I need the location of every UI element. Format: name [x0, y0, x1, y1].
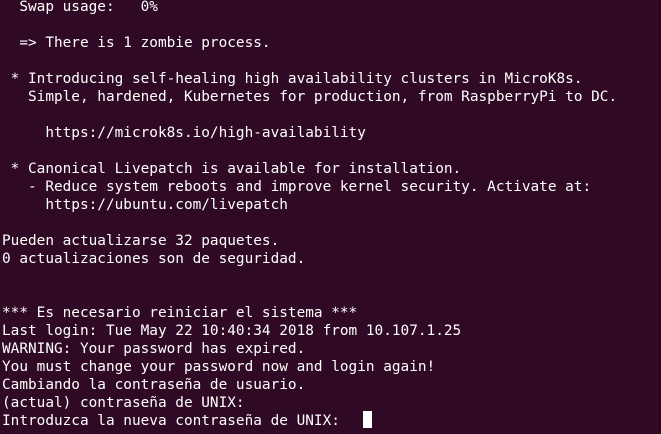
terminal-cursor	[363, 411, 372, 428]
terminal-line-updates-available: Pueden actualizarse 32 paquetes.	[2, 233, 280, 249]
terminal-line-restart-required: *** Es necesario reiniciar el sistema **…	[2, 305, 358, 321]
terminal-line-microk8s-intro: * Introducing self-healing high availabi…	[2, 71, 583, 87]
terminal-line-must-change-password: You must change your password now and lo…	[2, 359, 436, 375]
terminal-line-swap-usage: Swap usage: 0%	[2, 0, 158, 15]
terminal-line-microk8s-detail: Simple, hardened, Kubernetes for product…	[2, 89, 618, 105]
terminal-window[interactable]: Swap usage: 0% => There is 1 zombie proc…	[0, 0, 661, 434]
terminal-line-password-expired: WARNING: Your password has expired.	[2, 341, 306, 357]
terminal-line-current-password: (actual) contraseña de UNIX:	[2, 395, 245, 411]
terminal-line-changing-password: Cambiando la contraseña de usuario.	[2, 377, 306, 393]
terminal-line-livepatch-link: https://ubuntu.com/livepatch	[2, 197, 288, 213]
terminal-line-new-password-prompt[interactable]: Introduzca la nueva contraseña de UNIX:	[2, 412, 349, 430]
terminal-line-zombie-process: => There is 1 zombie process.	[2, 35, 271, 51]
terminal-line-microk8s-link: https://microk8s.io/high-availability	[2, 125, 366, 141]
terminal-line-last-login: Last login: Tue May 22 10:40:34 2018 fro…	[2, 323, 462, 339]
terminal-line-security-updates: 0 actualizaciones son de seguridad.	[2, 251, 306, 267]
terminal-line-livepatch-intro: * Canonical Livepatch is available for i…	[2, 161, 462, 177]
terminal-line-livepatch-detail: - Reduce system reboots and improve kern…	[2, 179, 592, 195]
